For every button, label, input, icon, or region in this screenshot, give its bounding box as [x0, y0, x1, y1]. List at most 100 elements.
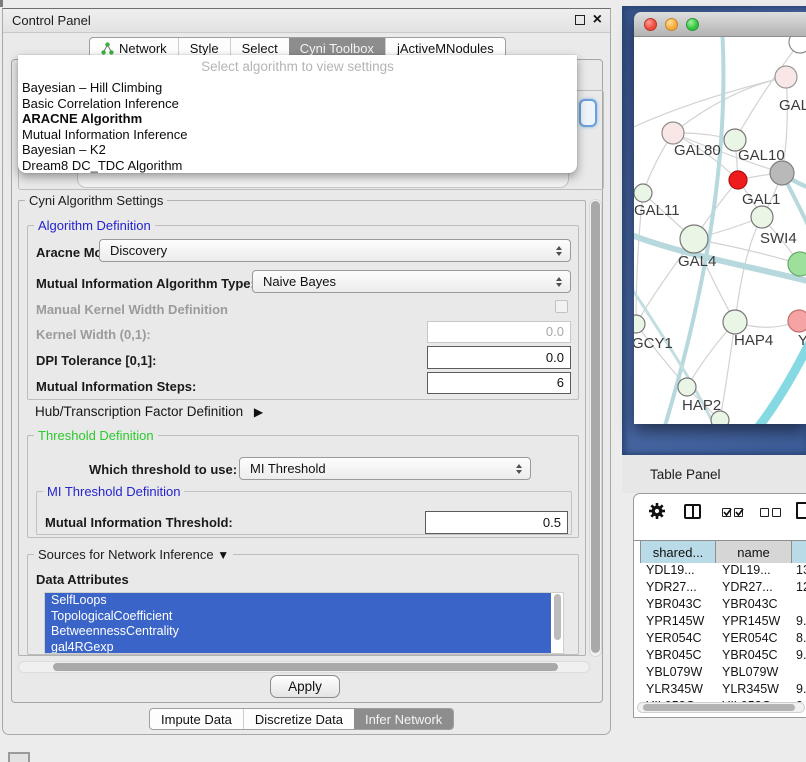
split-view-icon[interactable] — [684, 504, 701, 519]
node-salmon[interactable] — [788, 310, 806, 332]
table-row[interactable]: YPR145WYPR145W9. — [634, 613, 806, 630]
list-item[interactable]: TopologicalCoefficient — [45, 609, 551, 625]
node-label: GCY1 — [634, 335, 673, 352]
algorithm-combobox-fragment[interactable] — [579, 99, 597, 127]
mi-type-label: Mutual Information Algorithm Type: — [36, 276, 255, 291]
node-gal10[interactable] — [770, 161, 794, 185]
control-panel-titlebar: Control Panel × — [3, 9, 610, 33]
network-window[interactable]: GAL80 GAL10 GAL1 GAL11 SWI4 GAL4 GCY1 HA… — [634, 12, 806, 424]
chevron-down-icon[interactable]: ▼ — [217, 548, 229, 562]
table-horizontal-scrollbar[interactable] — [637, 702, 805, 713]
which-threshold-combobox[interactable]: MI Threshold — [239, 457, 531, 480]
table-row[interactable]: YER054CYER054C8. — [634, 630, 806, 647]
select-all-icon[interactable] — [722, 508, 743, 517]
node-gal11[interactable] — [634, 184, 652, 202]
tab-impute-data[interactable]: Impute Data — [150, 709, 243, 729]
group-title: MI Threshold Definition — [43, 484, 184, 499]
panel-title: Control Panel — [3, 13, 91, 28]
kernel-width-label: Kernel Width (0,1): — [36, 327, 151, 342]
menu-item[interactable]: Mutual Information Inference — [22, 127, 573, 143]
gear-icon[interactable] — [648, 502, 666, 525]
float-window-icon[interactable] — [575, 15, 585, 25]
column-header-name[interactable]: name — [716, 541, 792, 563]
panel-divider-handle[interactable] — [0, 0, 3, 7]
list-item[interactable]: SelfLoops — [45, 593, 551, 609]
algorithm-definition-group: Algorithm Definition Aracne Mode: Discov… — [27, 225, 579, 400]
spinner-icon — [554, 246, 570, 256]
node-gal1[interactable] — [751, 206, 773, 228]
settings-horizontal-scrollbar[interactable] — [18, 661, 590, 673]
table-row[interactable]: YDL19...YDL19...13 — [634, 562, 806, 579]
list-scrollbar[interactable] — [553, 594, 562, 652]
menu-item[interactable]: Bayesian – Hill Climbing — [22, 80, 573, 96]
hub-definition-expander[interactable]: Hub/Transcription Factor Definition ▶ — [35, 404, 263, 419]
node-gal-partial[interactable] — [775, 66, 797, 88]
tab-infer-network[interactable]: Infer Network — [354, 709, 453, 729]
table-row[interactable]: YDR27...YDR27...12 — [634, 579, 806, 596]
document-icon[interactable] — [796, 502, 806, 519]
node-gcy1[interactable] — [634, 315, 645, 333]
menu-item[interactable]: Dream8 DC_TDC Algorithm — [22, 158, 573, 174]
sources-group: Sources for Network Inference ▼ Data Att… — [27, 554, 579, 655]
table-panel-title: Table Panel — [622, 467, 721, 482]
menu-item[interactable]: Bayesian – K2 — [22, 142, 573, 158]
mi-threshold-field[interactable]: 0.5 — [425, 511, 568, 534]
apply-button[interactable]: Apply — [270, 675, 340, 698]
chevron-right-icon: ▶ — [254, 405, 263, 419]
node-gal80[interactable] — [662, 122, 684, 144]
algorithm-dropdown-popup: Select algorithm to view settings Bayesi… — [18, 55, 577, 173]
mi-threshold-group: MI Threshold Definition Mutual Informati… — [36, 491, 572, 535]
threshold-definition-group: Threshold Definition Which threshold to … — [27, 435, 579, 538]
which-threshold-label: Which threshold to use: — [89, 462, 237, 477]
table-body: YDL19...YDL19...13 YDR27...YDR27...12 YB… — [634, 562, 806, 702]
menu-item-selected[interactable]: ARACNE Algorithm — [22, 111, 573, 127]
group-title: Algorithm Definition — [34, 218, 155, 233]
node-green[interactable] — [788, 252, 806, 276]
table-row[interactable]: YBR043CYBR043C — [634, 596, 806, 613]
network-icon — [101, 42, 114, 55]
mi-type-combobox[interactable]: Naive Bayes — [252, 270, 571, 293]
table-panel-header: Table Panel — [622, 455, 806, 493]
aracne-mode-combobox[interactable]: Discovery — [99, 239, 571, 262]
node-gal4[interactable] — [680, 225, 708, 253]
kernel-width-field[interactable]: 0.0 — [427, 321, 571, 343]
menu-item[interactable]: Basic Correlation Inference — [22, 96, 573, 112]
zoom-traffic-light-icon[interactable] — [686, 18, 699, 31]
column-header-partial[interactable] — [792, 541, 806, 563]
node-label: GAL1 — [742, 191, 780, 208]
attribute-list[interactable]: SelfLoops TopologicalCoefficient Between… — [44, 592, 564, 654]
list-item[interactable]: BetweennessCentrality — [45, 624, 551, 640]
close-icon[interactable]: × — [593, 14, 602, 26]
network-window-titlebar[interactable] — [634, 12, 806, 37]
manual-kernel-label: Manual Kernel Width Definition — [36, 302, 228, 317]
table-row[interactable]: YLR345WYLR345W9. — [634, 681, 806, 698]
network-canvas[interactable]: GAL80 GAL10 GAL1 GAL11 SWI4 GAL4 GCY1 HA… — [634, 37, 806, 424]
minimized-panel-icon[interactable] — [8, 752, 30, 762]
row-gutter — [634, 541, 641, 563]
close-traffic-light-icon[interactable] — [644, 18, 657, 31]
node-label: GAL80 — [674, 142, 721, 159]
node-label: Y — [798, 332, 806, 349]
settings-vertical-scrollbar[interactable] — [589, 199, 602, 657]
node-hap4[interactable] — [723, 310, 747, 334]
table-row[interactable]: YBR045CYBR045C9. — [634, 647, 806, 664]
minimize-traffic-light-icon[interactable] — [665, 18, 678, 31]
node-unlabeled[interactable] — [789, 37, 806, 53]
node-hap2[interactable] — [678, 378, 696, 396]
deselect-all-icon[interactable] — [760, 508, 781, 517]
dpi-tolerance-field[interactable]: 0.0 — [427, 346, 571, 369]
node-label: GAL4 — [678, 253, 716, 270]
mi-steps-label: Mutual Information Steps: — [36, 379, 196, 394]
node-selected-red[interactable] — [729, 171, 747, 189]
node-label: SWI4 — [760, 230, 797, 247]
list-item[interactable]: gal4RGexp — [45, 640, 551, 655]
column-header-shared-name[interactable]: shared... — [641, 541, 716, 563]
table-row[interactable]: YBL079WYBL079W — [634, 664, 806, 681]
mi-steps-field[interactable]: 6 — [427, 372, 571, 394]
manual-kernel-checkbox[interactable] — [555, 300, 568, 313]
screen: Control Panel × Network Style Select Cyn — [0, 0, 806, 762]
table-toolbar — [634, 502, 806, 530]
tab-discretize-data[interactable]: Discretize Data — [243, 709, 354, 729]
cyni-algorithm-settings-group: Cyni Algorithm Settings Algorithm Defini… — [18, 200, 586, 656]
node-label: HAP2 — [682, 397, 721, 414]
